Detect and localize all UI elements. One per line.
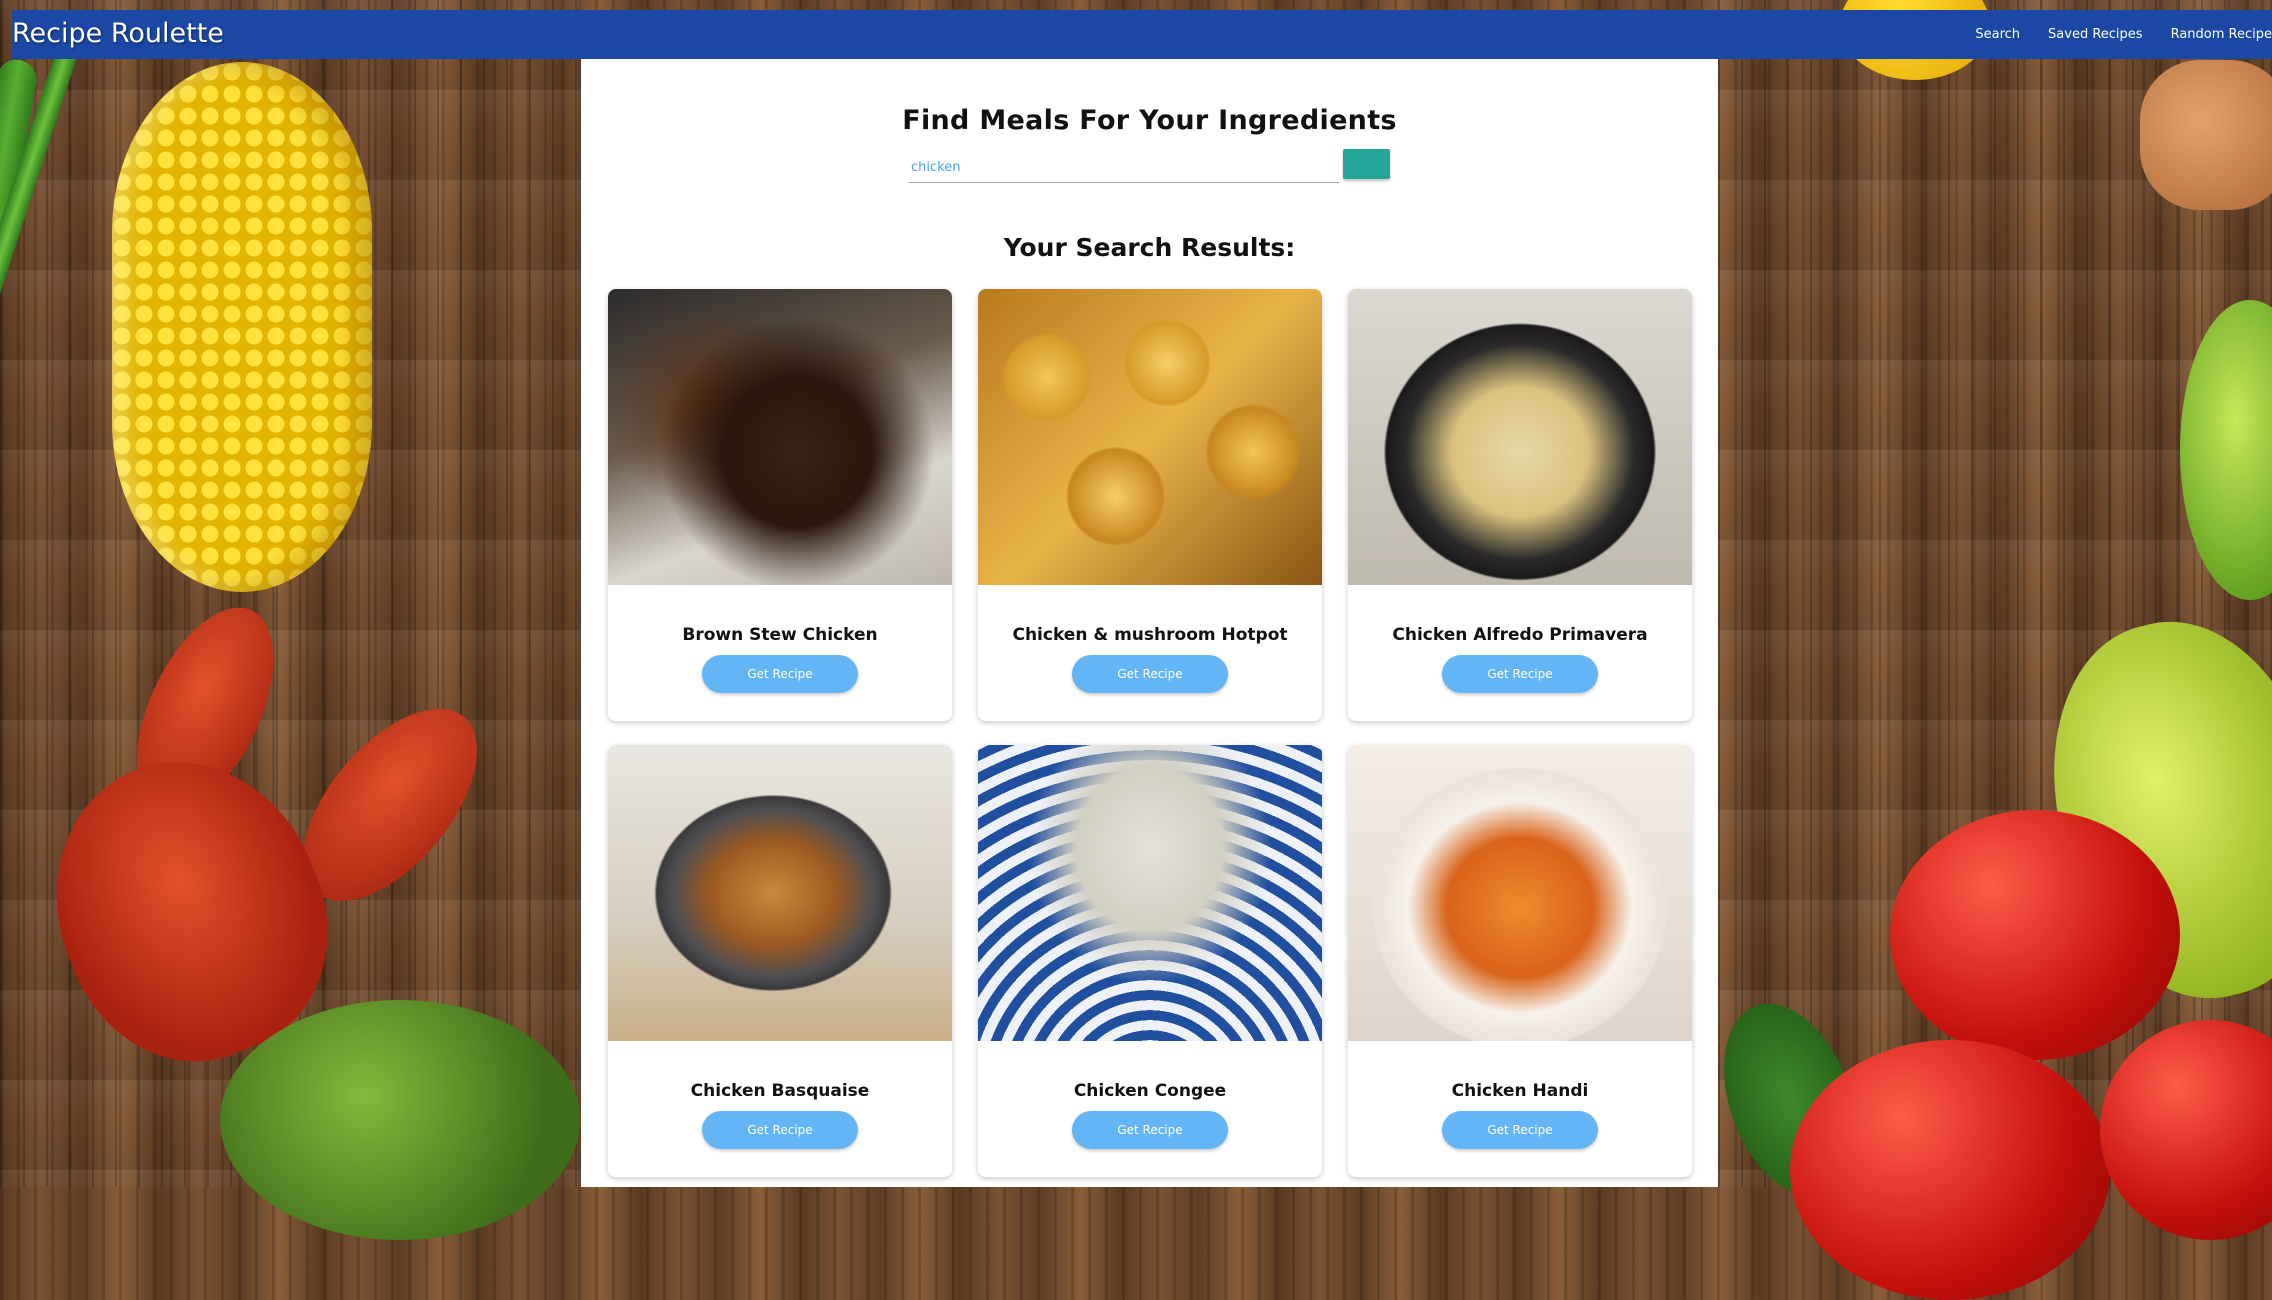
recipe-card: Chicken Congee Get Recipe (978, 745, 1322, 1177)
nav-links: Search Saved Recipes Random Recipe (1947, 27, 2272, 42)
get-recipe-button[interactable]: Get Recipe (1442, 1111, 1598, 1149)
lettuce-image (220, 1000, 580, 1240)
recipe-card: Chicken & mushroom Hotpot Get Recipe (978, 289, 1322, 721)
recipe-image (978, 289, 1322, 585)
recipe-card: Chicken Handi Get Recipe (1348, 745, 1692, 1177)
get-recipe-button[interactable]: Get Recipe (1072, 1111, 1228, 1149)
nav-link-saved-recipes[interactable]: Saved Recipes (2048, 27, 2143, 42)
get-recipe-button[interactable]: Get Recipe (702, 1111, 858, 1149)
brand-logo[interactable]: Recipe Roulette (12, 18, 224, 49)
cork-image (2140, 60, 2272, 210)
ingredient-search-input[interactable] (909, 153, 1339, 183)
recipe-image (1348, 745, 1692, 1041)
recipe-card: Chicken Basquaise Get Recipe (608, 745, 952, 1177)
search-button[interactable] (1343, 149, 1390, 179)
page-title: Find Meals For Your Ingredients (902, 105, 1397, 136)
recipe-title: Chicken Handi (1451, 1081, 1589, 1101)
recipe-card: Chicken Alfredo Primavera Get Recipe (1348, 289, 1692, 721)
recipe-image (608, 289, 952, 585)
tomato-image (1790, 1040, 2110, 1300)
recipe-image (1348, 289, 1692, 585)
recipe-title: Chicken & mushroom Hotpot (1012, 625, 1288, 645)
recipe-title: Chicken Basquaise (690, 1081, 870, 1101)
get-recipe-button[interactable]: Get Recipe (1442, 655, 1598, 693)
navbar: Recipe Roulette Search Saved Recipes Ran… (12, 10, 2272, 59)
get-recipe-button[interactable]: Get Recipe (1072, 655, 1228, 693)
recipe-title: Chicken Congee (1073, 1081, 1227, 1101)
results-title: Your Search Results: (1003, 233, 1296, 262)
recipe-card: Brown Stew Chicken Get Recipe (608, 289, 952, 721)
recipe-title: Brown Stew Chicken (682, 625, 878, 645)
recipe-image (978, 745, 1322, 1041)
nav-link-random-recipe[interactable]: Random Recipe (2171, 27, 2272, 42)
recipe-title: Chicken Alfredo Primavera (1392, 625, 1648, 645)
get-recipe-button[interactable]: Get Recipe (702, 655, 858, 693)
nav-link-search[interactable]: Search (1975, 27, 2020, 42)
tomato-image (1890, 810, 2180, 1060)
corn-image (112, 62, 372, 592)
recipe-image (608, 745, 952, 1041)
main-content: Find Meals For Your Ingredients Your Sea… (581, 59, 1718, 1187)
